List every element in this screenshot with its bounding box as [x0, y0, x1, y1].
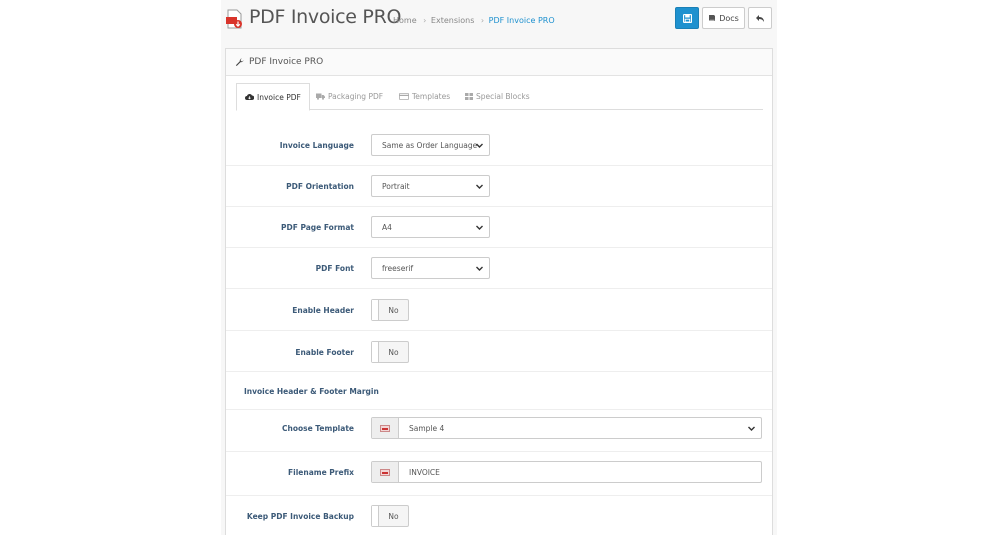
form-row-choose-template: Choose Template Sample 4 — [226, 410, 772, 452]
form-row-pdf-page-format: PDF Page Format A4 — [226, 207, 772, 248]
filename-prefix-label: Filename Prefix — [288, 468, 354, 477]
pdf-page-format-value: A4 — [382, 222, 392, 232]
docs-button[interactable]: Docs — [702, 7, 745, 29]
filename-prefix-value: INVOICE — [409, 467, 440, 477]
filename-prefix-input[interactable]: INVOICE — [371, 461, 762, 483]
form-row-filename-prefix: Filename Prefix INVOICE — [226, 452, 772, 496]
page-header: PDF Invoice PRO Home › Extensions › PDF … — [221, 0, 777, 40]
chevron-down-icon — [476, 225, 483, 230]
enable-header-value: No — [388, 305, 399, 315]
pdf-orientation-value: Portrait — [382, 181, 410, 191]
pdf-page-format-select[interactable]: A4 — [371, 216, 490, 238]
docs-button-label: Docs — [719, 13, 739, 23]
pdf-font-value: freeserif — [382, 263, 414, 273]
keep-backup-toggle[interactable]: No — [371, 505, 409, 527]
app-window: PDF Invoice PRO Home › Extensions › PDF … — [221, 0, 777, 535]
form-row-invoice-language: Invoice Language Same as Order Language — [226, 125, 772, 166]
form-row-keep-backup: Keep PDF Invoice Backup No — [226, 496, 772, 535]
panel-title: PDF Invoice PRO — [249, 57, 324, 67]
header-footer-margin-label: Invoice Header & Footer Margin — [244, 387, 379, 396]
form-row-header-footer-margin: Invoice Header & Footer Margin — [226, 372, 772, 410]
truck-icon — [316, 93, 325, 100]
pdf-orientation-select[interactable]: Portrait — [371, 175, 490, 197]
tab-invoice-pdf[interactable]: Invoice PDF — [236, 83, 310, 111]
keep-backup-value: No — [388, 511, 399, 521]
form-row-enable-footer: Enable Footer No — [226, 331, 772, 372]
breadcrumb-separator: › — [480, 16, 485, 25]
tab-templates[interactable]: Templates — [399, 83, 450, 110]
language-flag-addon — [372, 462, 399, 482]
book-icon — [709, 15, 716, 21]
breadcrumb-extensions[interactable]: Extensions — [431, 16, 474, 25]
settings-panel: PDF Invoice PRO Invoice PDF Packaging PD… — [225, 48, 773, 535]
tab-label: Packaging PDF — [328, 92, 384, 101]
flag-icon — [380, 424, 390, 432]
pdf-logo-icon — [226, 9, 242, 29]
enable-footer-value: No — [388, 347, 399, 357]
panel-heading: PDF Invoice PRO — [226, 49, 772, 76]
pdf-page-format-label: PDF Page Format — [280, 223, 354, 232]
choose-template-label: Choose Template — [281, 424, 354, 433]
wrench-icon — [235, 58, 244, 66]
tab-special-blocks[interactable]: Special Blocks — [465, 83, 530, 110]
enable-header-toggle[interactable]: No — [371, 299, 409, 321]
back-button[interactable] — [748, 7, 772, 29]
choose-template-value: Sample 4 — [409, 423, 445, 433]
toggle-knob — [372, 506, 379, 526]
choose-template-select[interactable]: Sample 4 — [371, 417, 762, 439]
pdf-font-label: PDF Font — [315, 264, 354, 273]
tab-label: Special Blocks — [476, 92, 530, 101]
flag-icon — [380, 468, 390, 476]
form-row-enable-header: Enable Header No — [226, 289, 772, 331]
pdf-orientation-label: PDF Orientation — [286, 182, 354, 191]
toggle-knob — [372, 342, 379, 362]
page-title: PDF Invoice PRO — [249, 6, 402, 28]
enable-header-label: Enable Header — [292, 306, 354, 315]
breadcrumb: Home › Extensions › PDF Invoice PRO — [393, 16, 555, 25]
chevron-down-icon — [476, 266, 483, 271]
form-row-pdf-orientation: PDF Orientation Portrait — [226, 166, 772, 207]
chevron-down-icon — [476, 143, 483, 148]
grid-icon — [465, 93, 473, 100]
chevron-down-icon — [748, 426, 755, 431]
tab-bar: Invoice PDF Packaging PDF Templates Spec… — [236, 83, 763, 111]
cloud-download-icon — [245, 94, 254, 100]
language-flag-addon — [372, 418, 399, 438]
reply-arrow-icon — [756, 14, 764, 22]
save-button[interactable] — [675, 7, 699, 29]
invoice-language-value: Same as Order Language — [382, 140, 478, 150]
invoice-language-select[interactable]: Same as Order Language — [371, 134, 490, 156]
pdf-font-select[interactable]: freeserif — [371, 257, 490, 279]
form-row-pdf-font: PDF Font freeserif — [226, 248, 772, 289]
toggle-knob — [372, 300, 379, 320]
breadcrumb-current[interactable]: PDF Invoice PRO — [489, 16, 555, 25]
invoice-language-label: Invoice Language — [279, 141, 354, 150]
breadcrumb-separator: › — [423, 16, 427, 25]
tab-packaging-pdf[interactable]: Packaging PDF — [316, 83, 383, 110]
credit-card-icon — [399, 93, 409, 100]
breadcrumb-home[interactable]: Home — [393, 16, 417, 25]
enable-footer-toggle[interactable]: No — [371, 341, 409, 363]
chevron-down-icon — [476, 184, 483, 189]
tab-label: Templates — [412, 92, 451, 101]
floppy-disk-icon — [682, 13, 692, 23]
enable-footer-label: Enable Footer — [295, 348, 354, 357]
tab-label: Invoice PDF — [257, 92, 301, 102]
keep-backup-label: Keep PDF Invoice Backup — [246, 512, 354, 521]
